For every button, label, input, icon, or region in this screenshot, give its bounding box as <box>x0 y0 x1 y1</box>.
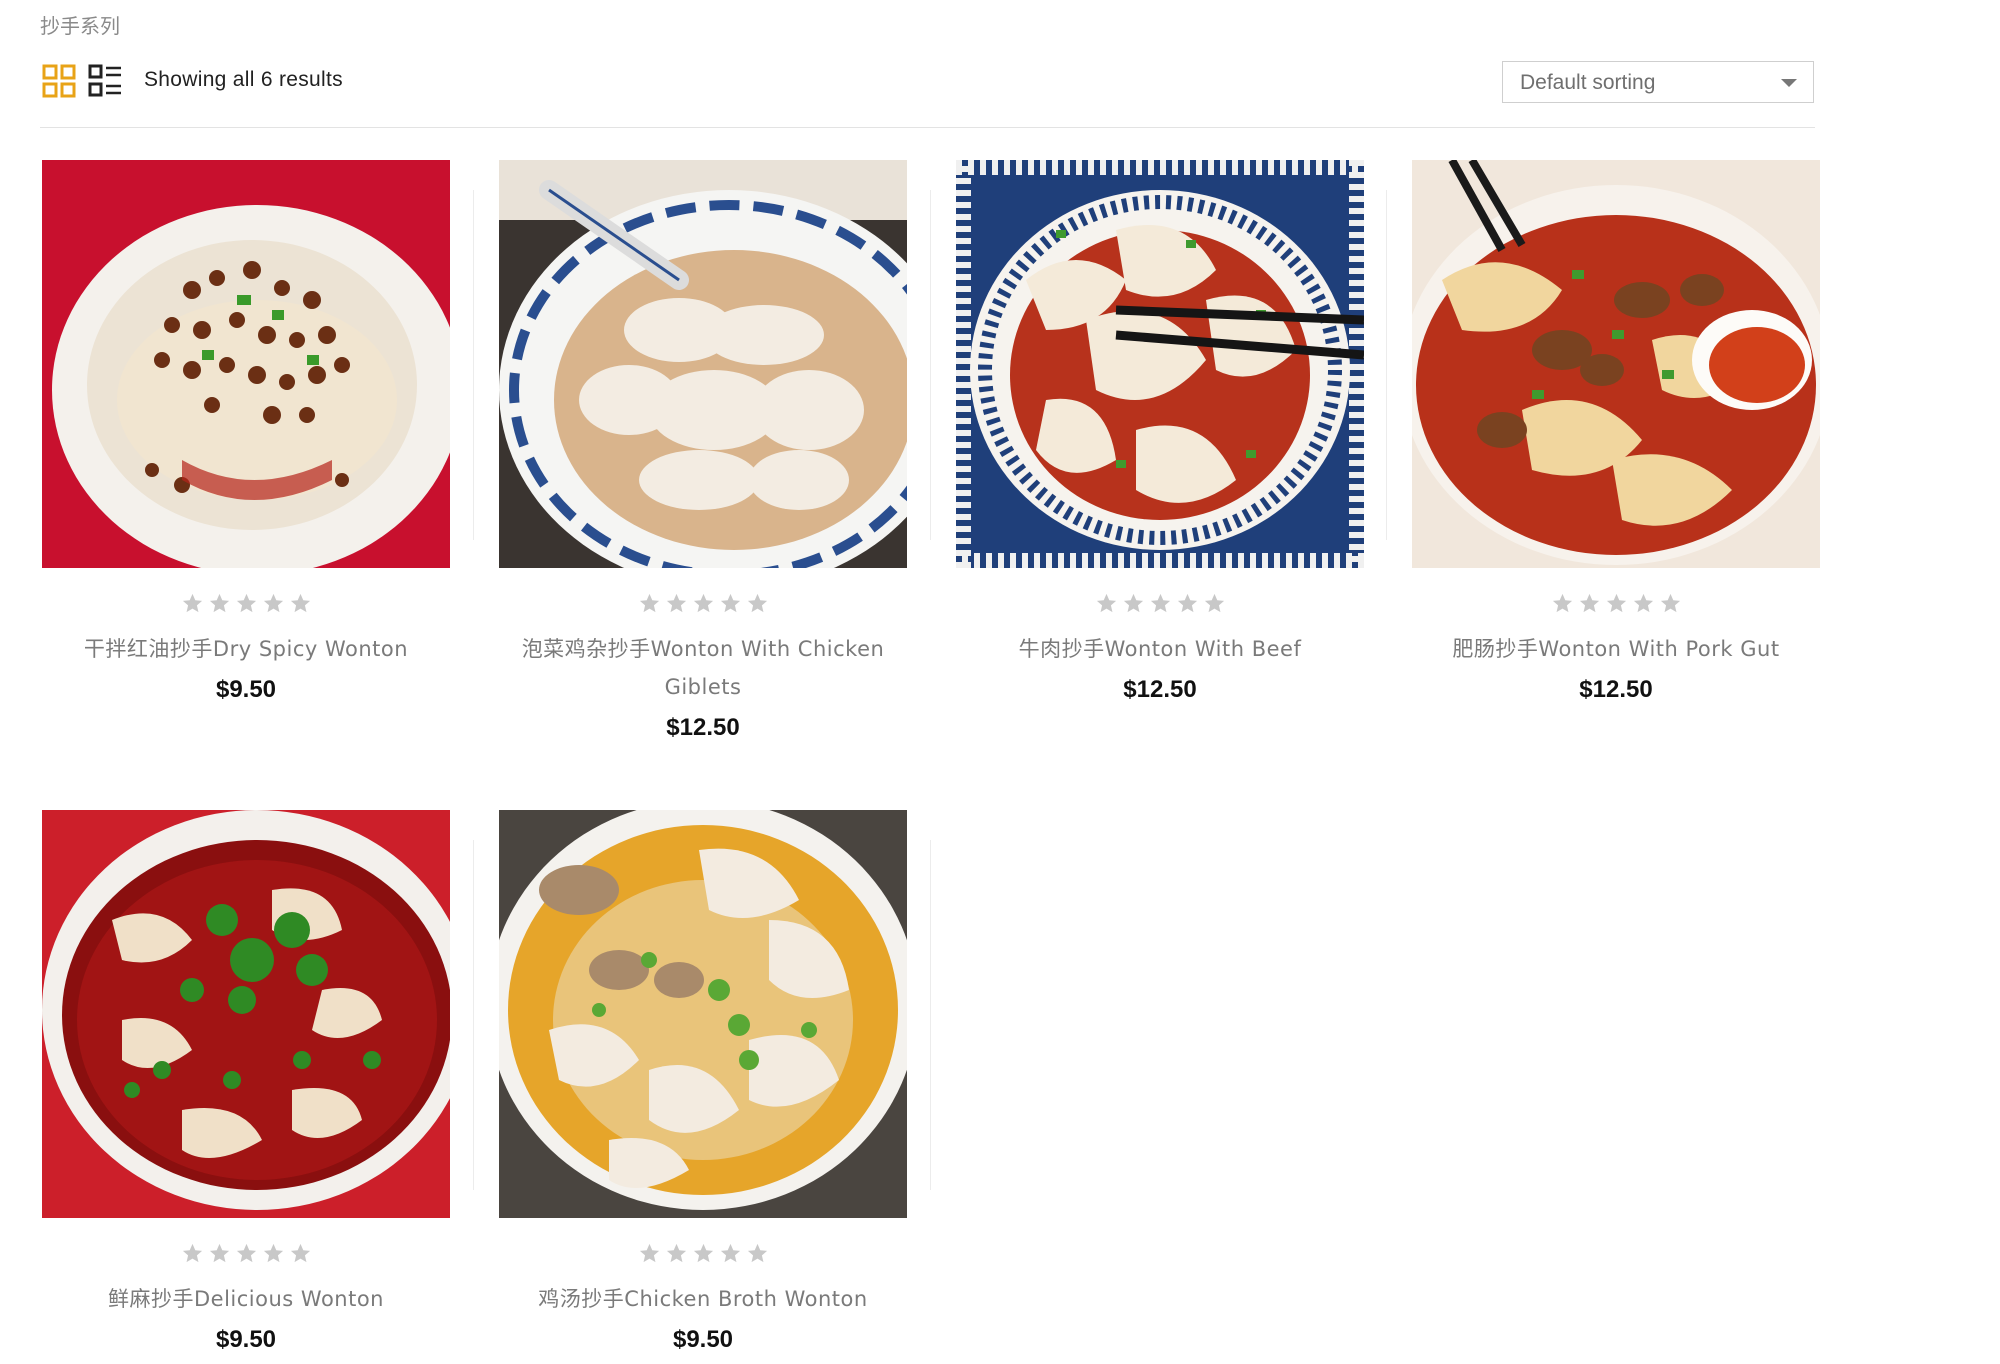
star-icon <box>639 1243 659 1263</box>
star-rating <box>499 1242 907 1268</box>
product-image[interactable] <box>499 160 907 568</box>
breadcrumb: 抄手系列 <box>40 16 120 38</box>
column-separator <box>930 190 931 540</box>
star-icon <box>693 1243 713 1263</box>
sort-select[interactable]: Default sorting <box>1502 61 1814 103</box>
product-price: $9.50 <box>215 1326 277 1353</box>
star-icon <box>747 1243 767 1263</box>
product-price: $9.50 <box>215 676 277 703</box>
product-image[interactable] <box>1412 160 1820 568</box>
product-image[interactable] <box>499 810 907 1218</box>
star-icon <box>720 1243 740 1263</box>
star-icon <box>209 1243 229 1263</box>
star-icon <box>236 593 256 613</box>
product-image[interactable] <box>956 160 1364 568</box>
star-icon <box>209 593 229 613</box>
star-icon <box>1606 593 1626 613</box>
star-icon <box>666 593 686 613</box>
star-rating <box>42 1242 450 1268</box>
star-rating <box>499 592 907 618</box>
star-icon <box>263 593 283 613</box>
star-icon <box>182 593 202 613</box>
product-price: $9.50 <box>672 1326 734 1353</box>
product-card: 鸡汤抄手Chicken Broth Wonton $9.50 <box>499 810 907 1354</box>
chevron-down-icon <box>1781 79 1797 87</box>
product-price: $12.50 <box>1123 676 1197 703</box>
star-icon <box>290 1243 310 1263</box>
product-image[interactable] <box>42 810 450 1218</box>
product-title[interactable]: 泡菜鸡杂抄手Wonton With Chicken Giblets <box>499 630 907 706</box>
star-icon <box>693 593 713 613</box>
star-icon <box>290 593 310 613</box>
star-icon <box>1204 593 1224 613</box>
result-count: Showing all 6 results <box>144 68 343 91</box>
star-icon <box>1096 593 1116 613</box>
star-icon <box>720 593 740 613</box>
product-image[interactable] <box>42 160 450 568</box>
star-icon <box>1633 593 1653 613</box>
star-icon <box>236 1243 256 1263</box>
star-icon <box>1552 593 1572 613</box>
product-card: 肥肠抄手Wonton With Pork Gut $12.50 <box>1412 160 1820 704</box>
star-icon <box>1579 593 1599 613</box>
star-icon <box>182 1243 202 1263</box>
product-title[interactable]: 干拌红油抄手Dry Spicy Wonton <box>42 630 450 668</box>
star-icon <box>1150 593 1170 613</box>
product-title[interactable]: 牛肉抄手Wonton With Beef <box>956 630 1364 668</box>
star-icon <box>263 1243 283 1263</box>
product-card: 鲜麻抄手Delicious Wonton $9.50 <box>42 810 450 1354</box>
shop-toolbar: Showing all 6 results Default sorting <box>40 58 1815 128</box>
product-card: 泡菜鸡杂抄手Wonton With Chicken Giblets $12.50 <box>499 160 907 742</box>
star-icon <box>666 1243 686 1263</box>
product-card: 牛肉抄手Wonton With Beef $12.50 <box>956 160 1364 704</box>
star-rating <box>1412 592 1820 618</box>
product-title[interactable]: 鸡汤抄手Chicken Broth Wonton <box>499 1280 907 1318</box>
list-view-icon[interactable] <box>88 64 122 98</box>
product-price: $12.50 <box>666 714 740 741</box>
star-rating <box>956 592 1364 618</box>
sort-selected-value: Default sorting <box>1520 71 1656 94</box>
star-icon <box>1123 593 1143 613</box>
grid-view-icon[interactable] <box>42 64 76 98</box>
product-card: 干拌红油抄手Dry Spicy Wonton $9.50 <box>42 160 450 704</box>
toolbar-divider <box>40 127 1815 128</box>
column-separator <box>930 840 931 1190</box>
column-separator <box>473 190 474 540</box>
product-title[interactable]: 肥肠抄手Wonton With Pork Gut <box>1412 630 1820 668</box>
product-price: $12.50 <box>1579 676 1653 703</box>
product-title[interactable]: 鲜麻抄手Delicious Wonton <box>42 1280 450 1318</box>
column-separator <box>1386 190 1387 540</box>
column-separator <box>473 840 474 1190</box>
star-icon <box>747 593 767 613</box>
star-icon <box>1660 593 1680 613</box>
star-icon <box>1177 593 1197 613</box>
star-rating <box>42 592 450 618</box>
star-icon <box>639 593 659 613</box>
